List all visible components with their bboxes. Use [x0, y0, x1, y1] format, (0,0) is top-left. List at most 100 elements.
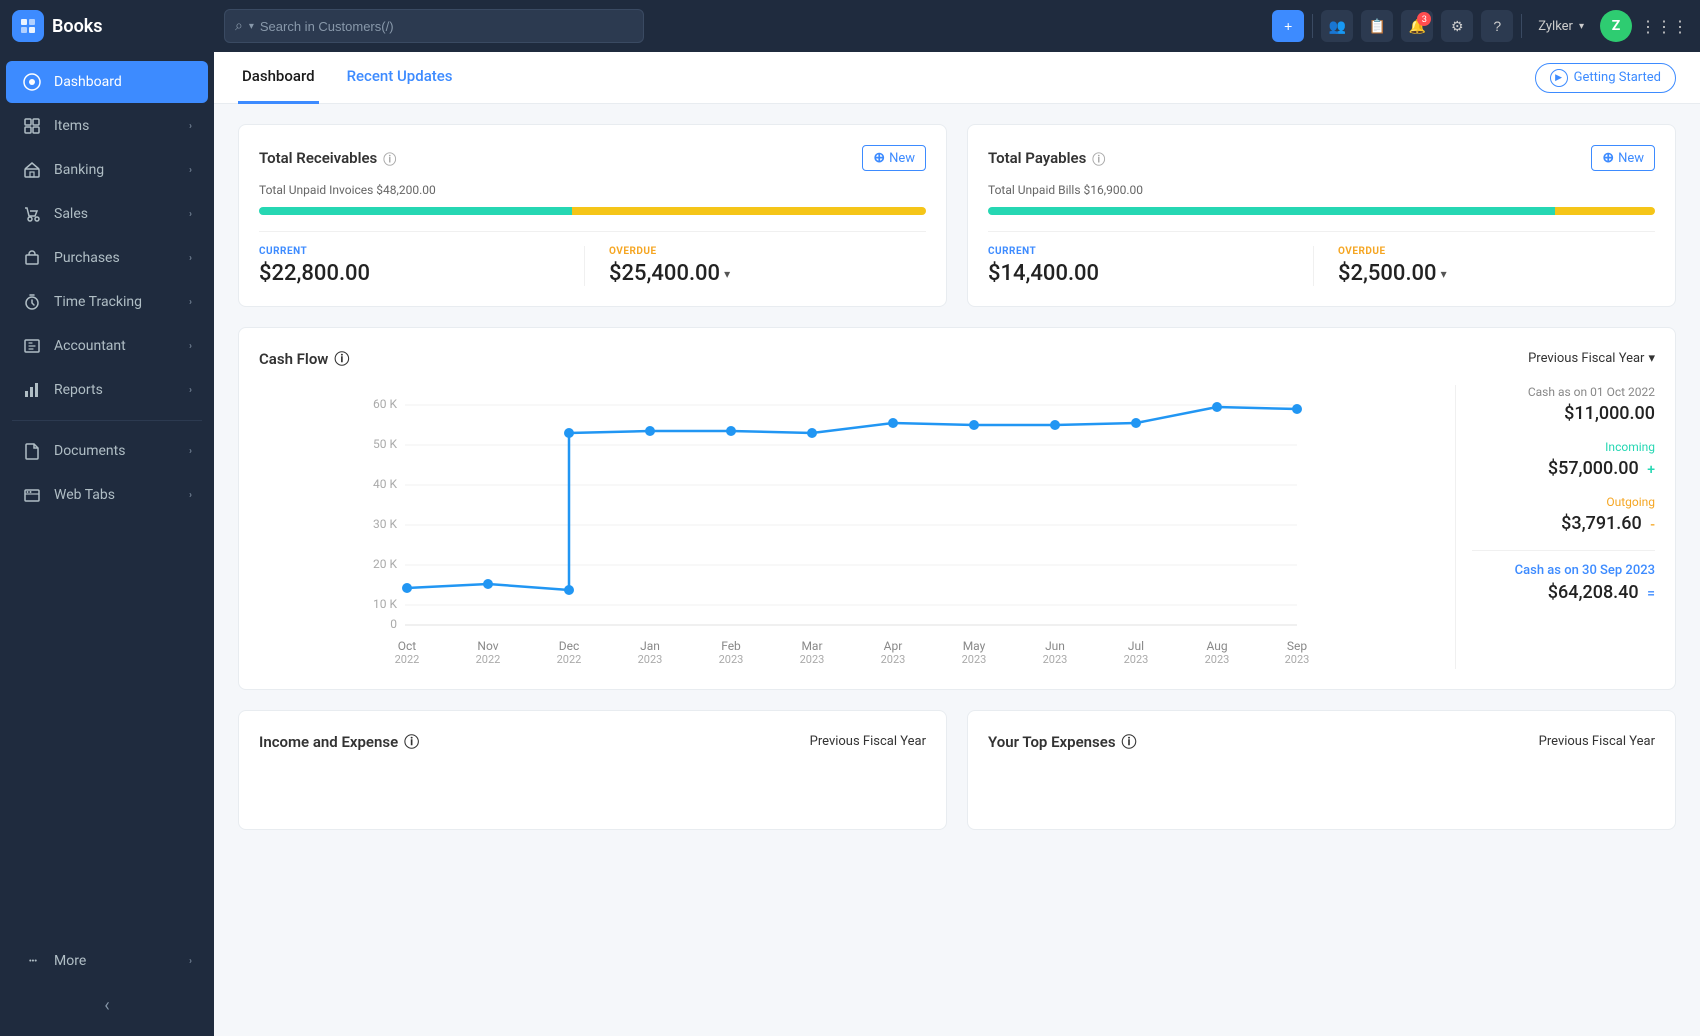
receivables-overdue-value: $25,400.00 ▾	[609, 261, 926, 286]
add-button[interactable]: +	[1272, 10, 1304, 42]
receivables-progress-bar	[259, 207, 926, 215]
contacts-button[interactable]: 👥	[1321, 10, 1353, 42]
user-menu[interactable]: Zylker ▾	[1530, 19, 1592, 34]
accountant-arrow: ›	[189, 341, 192, 352]
dot-feb2023	[726, 426, 736, 436]
search-bar[interactable]: ⌕ ▾	[224, 9, 644, 43]
notifications-button[interactable]: 🔔 3	[1401, 10, 1433, 42]
receivables-overdue-label: OVERDUE	[609, 246, 926, 257]
content-area: Dashboard Recent Updates ▶ Getting Start…	[214, 52, 1700, 1036]
income-expense-period[interactable]: Previous Fiscal Year	[810, 734, 926, 749]
search-icon: ⌕	[235, 18, 243, 34]
svg-text:30 K: 30 K	[373, 517, 397, 531]
cashflow-period-selector[interactable]: Previous Fiscal Year ▾	[1528, 351, 1655, 366]
cf-incoming-label: Incoming	[1472, 440, 1655, 454]
receivables-plus-icon: ⊕	[873, 150, 885, 166]
sidebar-item-documents[interactable]: Documents ›	[6, 430, 208, 472]
topnav-actions: + 👥 📋 🔔 3 ⚙ ? Zylker ▾ Z ⋮⋮⋮	[1272, 10, 1688, 42]
svg-text:Oct: Oct	[398, 639, 417, 653]
main-layout: Dashboard Items › B	[0, 52, 1700, 1036]
payables-new-button[interactable]: ⊕ New	[1591, 145, 1655, 171]
receivables-new-button[interactable]: ⊕ New	[862, 145, 926, 171]
dot-aug2023	[1212, 402, 1222, 412]
cashflow-help-icon[interactable]: ⓘ	[334, 348, 349, 369]
search-input[interactable]	[260, 19, 633, 34]
calendar-icon: 📋	[1369, 18, 1386, 35]
items-arrow: ›	[189, 121, 192, 132]
payables-help-icon[interactable]: ⓘ	[1092, 149, 1105, 168]
svg-text:2023: 2023	[800, 653, 825, 665]
sidebar-item-time-tracking[interactable]: Time Tracking ›	[6, 281, 208, 323]
receivables-stats: CURRENT $22,800.00 OVERDUE $25,400.00 ▾	[259, 231, 926, 286]
svg-text:Nov: Nov	[477, 639, 498, 653]
svg-text:Jan: Jan	[640, 639, 660, 653]
payables-header: Total Payables ⓘ ⊕ New	[988, 145, 1655, 171]
svg-text:40 K: 40 K	[373, 477, 397, 491]
income-expense-card: Income and Expense ⓘ Previous Fiscal Yea…	[238, 710, 947, 830]
sidebar-label-more: More	[54, 953, 177, 969]
dot-jun2023	[1050, 420, 1060, 430]
cash-flow-chart-area: 60 K 50 K 40 K 30 K 20 K 10 K 0	[259, 385, 1435, 669]
svg-text:10 K: 10 K	[373, 597, 397, 611]
dot-dec2022-low	[564, 585, 574, 595]
sidebar-item-reports[interactable]: Reports ›	[6, 369, 208, 411]
sidebar-item-more[interactable]: ··· More ›	[6, 940, 208, 982]
app-name: Books	[52, 16, 103, 37]
cf-outgoing-label: Outgoing	[1472, 495, 1655, 509]
top-expenses-help-icon[interactable]: ⓘ	[1122, 731, 1137, 752]
sidebar-item-web-tabs[interactable]: Web Tabs ›	[6, 474, 208, 516]
payables-current: CURRENT $14,400.00	[988, 246, 1314, 286]
tab-recent-updates[interactable]: Recent Updates	[343, 52, 457, 104]
svg-text:Mar: Mar	[801, 639, 822, 653]
banking-arrow: ›	[189, 165, 192, 176]
outgoing-op: -	[1650, 517, 1655, 533]
reports-arrow: ›	[189, 385, 192, 396]
sidebar-item-accountant[interactable]: Accountant ›	[6, 325, 208, 367]
getting-started-button[interactable]: ▶ Getting Started	[1535, 63, 1676, 93]
dashboard-content: Total Receivables ⓘ ⊕ New Total Unpaid I…	[214, 104, 1700, 850]
grid-icon[interactable]: ⋮⋮⋮	[1640, 17, 1688, 36]
top-expenses-period[interactable]: Previous Fiscal Year	[1539, 734, 1655, 749]
user-dropdown-arrow: ▾	[1579, 21, 1584, 32]
sidebar-label-sales: Sales	[54, 206, 177, 222]
cf-closing-label: Cash as on 30 Sep 2023	[1472, 563, 1655, 578]
receivables-help-icon[interactable]: ⓘ	[383, 149, 396, 168]
payables-current-label: CURRENT	[988, 246, 1305, 257]
overdue-dropdown[interactable]: ▾	[724, 267, 730, 281]
dot-dec2022-high	[564, 428, 574, 438]
sidebar-item-dashboard[interactable]: Dashboard	[6, 61, 208, 103]
app-logo[interactable]: Books	[12, 10, 212, 42]
payables-card: Total Payables ⓘ ⊕ New Total Unpaid Bill…	[967, 124, 1676, 307]
sidebar-item-sales[interactable]: Sales ›	[6, 193, 208, 235]
svg-text:20 K: 20 K	[373, 557, 397, 571]
period-dropdown-icon: ▾	[1648, 351, 1655, 366]
svg-text:Jun: Jun	[1045, 639, 1065, 653]
payables-progress-bar	[988, 207, 1655, 215]
svg-text:2023: 2023	[1205, 653, 1230, 665]
sidebar-item-purchases[interactable]: Purchases ›	[6, 237, 208, 279]
search-dropdown[interactable]: ▾	[249, 21, 254, 32]
payables-overdue-bar	[1555, 207, 1655, 215]
sidebar-collapse[interactable]: ‹	[0, 983, 214, 1028]
sidebar-item-banking[interactable]: Banking ›	[6, 149, 208, 191]
payables-overdue: OVERDUE $2,500.00 ▾	[1314, 246, 1655, 286]
purchases-icon	[22, 248, 42, 268]
top-row: Total Receivables ⓘ ⊕ New Total Unpaid I…	[238, 124, 1676, 307]
cf-outgoing-value: $3,791.60 -	[1472, 513, 1655, 534]
income-expense-help-icon[interactable]: ⓘ	[404, 731, 419, 752]
svg-text:Jul: Jul	[1128, 639, 1144, 653]
sidebar-item-items[interactable]: Items ›	[6, 105, 208, 147]
incoming-op: +	[1647, 462, 1655, 478]
svg-text:60 K: 60 K	[373, 397, 397, 411]
help-button[interactable]: ?	[1481, 10, 1513, 42]
cf-incoming-value: $57,000.00 +	[1472, 458, 1655, 479]
avatar[interactable]: Z	[1600, 10, 1632, 42]
sidebar: Dashboard Items › B	[0, 52, 214, 1036]
divider	[1312, 14, 1313, 38]
tab-dashboard[interactable]: Dashboard	[238, 52, 319, 104]
top-expenses-title: Your Top Expenses ⓘ	[988, 731, 1137, 752]
calendar-button[interactable]: 📋	[1361, 10, 1393, 42]
payables-overdue-dropdown[interactable]: ▾	[1441, 267, 1447, 281]
sidebar-label-time-tracking: Time Tracking	[54, 294, 177, 310]
settings-button[interactable]: ⚙	[1441, 10, 1473, 42]
